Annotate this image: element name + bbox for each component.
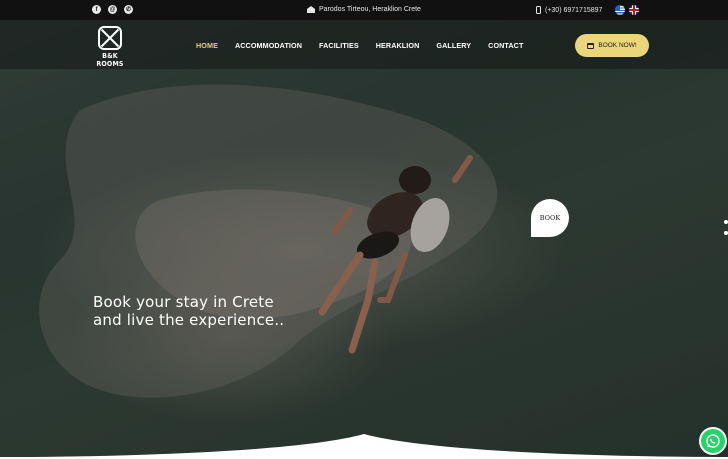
- phone[interactable]: (+30) 6971715897: [536, 6, 602, 14]
- english-flag-icon[interactable]: [629, 5, 639, 15]
- phone-icon: [536, 6, 541, 14]
- main-menu: HOME ACCOMMODATION FACILITIES HERAKLION …: [196, 41, 540, 50]
- book-now-label: BOOK NOW!: [598, 42, 637, 49]
- nav-heraklion[interactable]: HERAKLION: [376, 41, 420, 50]
- nav-home[interactable]: HOME: [196, 41, 218, 50]
- facebook-icon[interactable]: f: [92, 5, 101, 14]
- bottom-wave-divider: [0, 434, 728, 459]
- top-info-bar: f @ ✆ Parodos Tirteou, Heraklion Crete (…: [0, 0, 728, 20]
- slider-dot[interactable]: [724, 220, 728, 224]
- book-bubble-button[interactable]: BOOK: [531, 199, 569, 237]
- slider-dots: [724, 220, 728, 242]
- couple-figure: [318, 155, 473, 354]
- nav-accommodation[interactable]: ACCOMMODATION: [235, 41, 302, 50]
- phone-number[interactable]: (+30) 6971715897: [545, 7, 602, 14]
- main-navbar: B&K ROOMS HOME ACCOMMODATION FACILITIES …: [0, 20, 728, 69]
- hero-tagline: Book your stay in Crete and live the exp…: [93, 293, 284, 329]
- nav-facilities[interactable]: FACILITIES: [319, 41, 359, 50]
- address: Parodos Tirteou, Heraklion Crete: [307, 6, 421, 13]
- building-icon: [307, 6, 315, 13]
- book-now-button[interactable]: BOOK NOW!: [575, 34, 649, 57]
- email-icon[interactable]: @: [108, 5, 117, 14]
- whatsapp-button[interactable]: [699, 427, 727, 455]
- tagline-line-1: Book your stay in Crete: [93, 293, 274, 311]
- salt-flat-shape: [39, 84, 498, 398]
- book-bubble-label: BOOK: [539, 214, 561, 222]
- calendar-icon: [587, 42, 595, 49]
- language-switcher: [615, 5, 639, 15]
- greek-flag-icon[interactable]: [615, 5, 625, 15]
- logo-icon: [98, 26, 122, 50]
- nav-gallery[interactable]: GALLERY: [436, 41, 471, 50]
- tagline-line-2: and live the experience..: [93, 311, 285, 329]
- viber-icon[interactable]: ✆: [124, 5, 133, 14]
- slider-dot[interactable]: [724, 231, 728, 235]
- logo[interactable]: B&K ROOMS: [90, 26, 130, 68]
- logo-text: B&K ROOMS: [96, 52, 124, 68]
- nav-contact[interactable]: CONTACT: [488, 41, 523, 50]
- address-text: Parodos Tirteou, Heraklion Crete: [319, 6, 421, 13]
- social-links: f @ ✆: [92, 5, 133, 14]
- whatsapp-icon: [706, 434, 720, 448]
